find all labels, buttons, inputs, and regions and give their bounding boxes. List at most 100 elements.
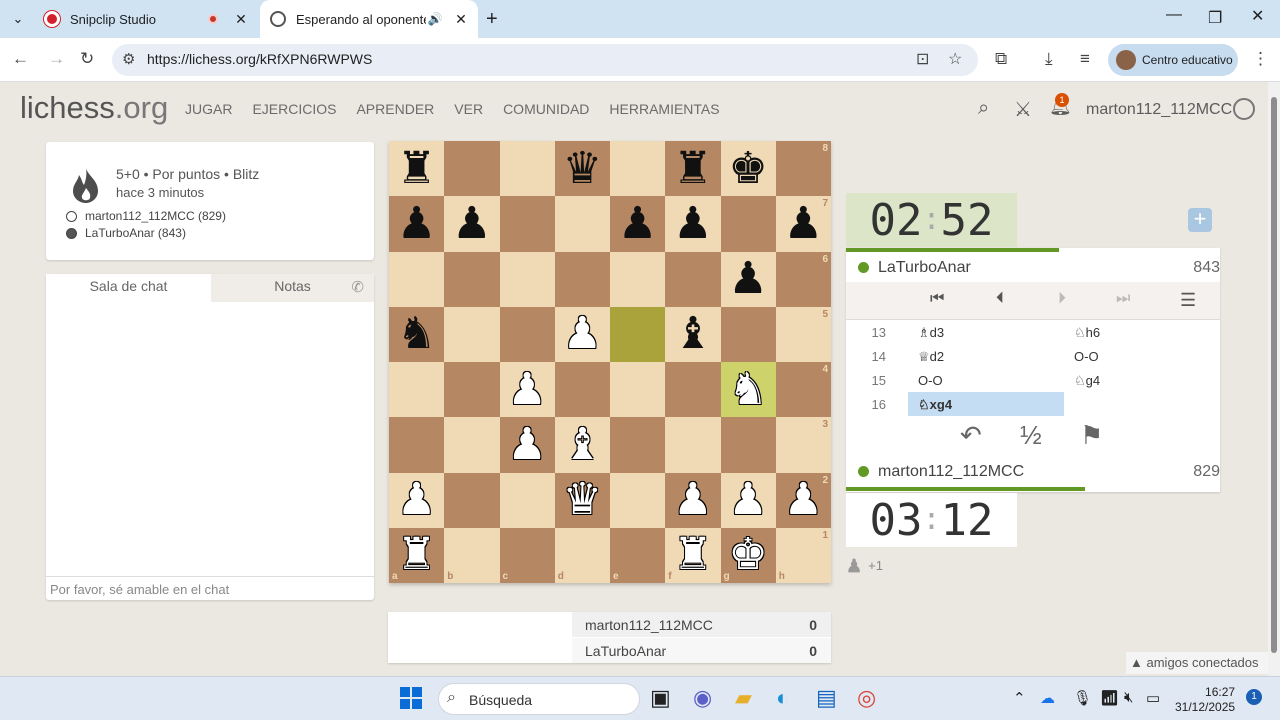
square-c5[interactable] <box>499 306 555 362</box>
square-h6[interactable]: 6 <box>775 251 831 307</box>
square-e4[interactable] <box>610 362 666 418</box>
square-d6[interactable] <box>554 251 610 307</box>
square-b4[interactable] <box>444 362 500 418</box>
black-bishop-icon[interactable]: ♝︎ <box>673 312 712 356</box>
white-pawn-icon[interactable]: ♟︎ <box>397 478 436 522</box>
square-f2[interactable]: ♟︎ <box>665 472 721 528</box>
tray-overflow-icon[interactable]: ⌃ <box>1013 689 1026 707</box>
crosstable-row[interactable]: LaTurboAnar 0 <box>572 638 831 663</box>
black-knight-icon[interactable]: ♞︎ <box>397 312 436 356</box>
square-g4[interactable]: ♞︎ <box>720 362 776 418</box>
crosstable-player-name[interactable]: marton112_112MCC <box>585 617 713 633</box>
square-b8[interactable] <box>444 141 500 197</box>
security-icon[interactable]: ☁ <box>1040 689 1055 707</box>
square-e1[interactable]: e <box>610 527 666 583</box>
square-e6[interactable] <box>610 251 666 307</box>
square-h4[interactable]: 4 <box>775 362 831 418</box>
white-pawn-icon[interactable]: ♟︎ <box>507 367 546 412</box>
white-king-icon[interactable]: ♚︎ <box>728 533 767 577</box>
square-b3[interactable] <box>444 417 500 473</box>
chrome-taskbar-icon[interactable]: ◎ <box>857 685 876 711</box>
white-player-name[interactable]: marton112_112MCC (829) <box>85 209 226 223</box>
white-queen-icon[interactable]: ♛︎ <box>563 478 602 522</box>
square-g5[interactable] <box>720 306 776 362</box>
resign-flag-icon[interactable]: ⚑ <box>1080 420 1103 451</box>
square-c4[interactable]: ♟︎ <box>499 362 555 418</box>
url-text[interactable]: https://lichess.org/kRfXPN6RWPWS <box>147 51 372 67</box>
scrollbar-thumb[interactable] <box>1271 97 1277 653</box>
square-f6[interactable] <box>665 251 721 307</box>
player-name[interactable]: marton112_112MCC <box>878 463 1024 481</box>
square-g3[interactable] <box>720 417 776 473</box>
extensions-icon[interactable]: ⧉ <box>995 48 1007 70</box>
lichess-logo[interactable]: lichess.org <box>20 90 168 126</box>
speaker-icon[interactable]: 🔊 <box>426 12 444 26</box>
user-circle-icon[interactable] <box>1233 98 1255 120</box>
site-info-icon[interactable]: ⚙ <box>122 50 135 68</box>
address-bar[interactable]: ⚙ https://lichess.org/kRfXPN6RWPWS ⊡ ☆ <box>112 44 978 76</box>
next-move-icon[interactable]: ⏵ <box>1058 290 1066 308</box>
challenge-swords-icon[interactable]: ⚔ <box>1014 97 1032 122</box>
black-move[interactable]: ♘g4 <box>1064 368 1220 392</box>
square-h2[interactable]: ♟︎ 2 <box>775 472 831 528</box>
downloads-icon[interactable]: ⤓ <box>1045 48 1053 70</box>
square-c8[interactable] <box>499 141 555 197</box>
square-h5[interactable]: 5 <box>775 306 831 362</box>
square-d3[interactable]: ♝︎ <box>554 417 610 473</box>
username-link[interactable]: marton112_112MCC <box>1086 101 1232 119</box>
wifi-icon[interactable]: 📶︎ <box>1100 689 1119 707</box>
white-rook-icon[interactable]: ♜︎ <box>397 533 436 577</box>
square-h3[interactable]: 3 <box>775 417 831 473</box>
nav-herramientas[interactable]: HERRAMIENTAS <box>609 101 719 117</box>
square-a1[interactable]: ♜︎ a <box>389 527 445 583</box>
square-d8[interactable]: ♛︎ <box>554 141 610 197</box>
white-player-line[interactable]: marton112_112MCC (829) <box>66 209 226 223</box>
page-scrollbar[interactable] <box>1268 82 1280 676</box>
battery-icon[interactable]: ▭ <box>1146 689 1160 707</box>
square-h8[interactable]: 8 <box>775 141 831 197</box>
white-pawn-icon[interactable]: ♟︎ <box>784 478 823 522</box>
square-f8[interactable]: ♜︎ <box>665 141 721 197</box>
square-f3[interactable] <box>665 417 721 473</box>
square-c7[interactable] <box>499 196 555 252</box>
reload-icon[interactable]: ↻ <box>80 48 94 70</box>
square-g1[interactable]: ♚︎ g <box>720 527 776 583</box>
store-icon[interactable]: ▤ <box>816 685 837 711</box>
square-d2[interactable]: ♛︎ <box>554 472 610 528</box>
square-f7[interactable]: ♟︎ <box>665 196 721 252</box>
close-tab-icon[interactable]: ✕ <box>232 11 250 28</box>
prev-move-icon[interactable]: ⏴ <box>996 290 1004 308</box>
nav-jugar[interactable]: JUGAR <box>185 101 232 117</box>
black-king-icon[interactable]: ♚︎ <box>728 146 767 191</box>
square-a6[interactable] <box>389 251 445 307</box>
black-pawn-icon[interactable]: ♟︎ <box>397 201 436 246</box>
nav-ver[interactable]: VER <box>454 101 483 117</box>
square-a5[interactable]: ♞︎ <box>389 306 445 362</box>
profile-button[interactable]: Centro educativo <box>1108 44 1238 76</box>
black-pawn-icon[interactable]: ♟︎ <box>673 201 712 246</box>
tab-notes[interactable]: Notas <box>211 274 374 302</box>
chat-input[interactable]: Por favor, sé amable en el chat <box>46 576 374 600</box>
square-f5[interactable]: ♝︎ <box>665 306 721 362</box>
black-move[interactable]: O-O <box>1064 344 1220 368</box>
white-pawn-icon[interactable]: ♟︎ <box>507 422 546 467</box>
white-move[interactable]: O-O <box>908 368 1064 392</box>
square-h1[interactable]: 1h <box>775 527 831 583</box>
chess-board[interactable]: ♜︎ ♛︎ ♜︎ ♚︎ 8 ♟︎ ♟︎ ♟︎ ♟︎ ♟︎ 7 ♟︎ 6 ♞︎ ♟︎ ♝︎ 5 ♟︎ ♞︎ 4 ♟︎ ♝︎ 3… <box>389 141 831 583</box>
notification-badge[interactable]: 1 <box>1246 689 1262 705</box>
friends-online-button[interactable]: ▲ amigos conectados <box>1126 652 1268 674</box>
square-d1[interactable]: d <box>554 527 610 583</box>
square-b5[interactable] <box>444 306 500 362</box>
black-player-name[interactable]: LaTurboAnar (843) <box>85 226 186 240</box>
task-view-icon[interactable]: ▣ <box>650 685 671 711</box>
nav-aprender[interactable]: APRENDER <box>356 101 434 117</box>
white-move[interactable]: ♕d2 <box>908 344 1064 368</box>
square-a8[interactable]: ♜︎ <box>389 141 445 197</box>
square-b6[interactable] <box>444 251 500 307</box>
square-c3[interactable]: ♟︎ <box>499 417 555 473</box>
notifications-bell[interactable]: 🔔︎ 1 <box>1049 93 1072 118</box>
last-move-icon[interactable]: ⏭ <box>1116 290 1130 308</box>
square-b7[interactable]: ♟︎ <box>444 196 500 252</box>
white-move[interactable]: ♘xg4 <box>908 392 1064 416</box>
square-g7[interactable] <box>720 196 776 252</box>
